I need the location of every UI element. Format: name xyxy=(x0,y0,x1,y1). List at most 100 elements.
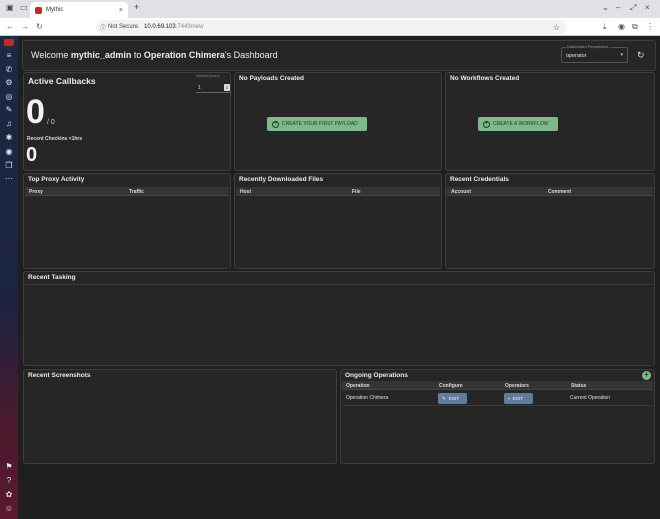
create-payload-button[interactable]: + CREATE YOUR FIRST PAYLOAD xyxy=(267,117,367,131)
perspective-select[interactable]: Dashboard Perspective operator ▾ xyxy=(561,44,628,63)
payloads-title: No Payloads Created xyxy=(239,75,305,82)
column-header[interactable]: Host xyxy=(240,189,251,195)
menu-icon[interactable]: ≡ xyxy=(4,51,14,61)
perspective-label: Dashboard Perspective xyxy=(566,44,610,49)
pencil-icon[interactable]: ✎ xyxy=(4,105,14,115)
forward-icon[interactable]: → xyxy=(21,22,29,31)
megaphone-icon[interactable]: ⚑ xyxy=(4,462,14,472)
tab-groups-icon[interactable]: ▭ xyxy=(20,3,28,12)
active-callbacks-title: Active Callbacks xyxy=(28,76,96,86)
back-icon[interactable]: ← xyxy=(6,22,14,31)
interval-input[interactable]: 1 ⇕ xyxy=(196,83,231,93)
column-header[interactable]: Traffic xyxy=(129,189,144,195)
info-icon: ⓘ xyxy=(100,25,107,32)
eye-icon[interactable]: ◉ xyxy=(4,147,14,157)
maximize-icon[interactable]: ⤢ xyxy=(630,3,636,13)
extensions-icon[interactable]: ⧉ xyxy=(632,22,638,32)
edit-label: EDIT xyxy=(512,396,523,401)
minimize-icon[interactable]: ⌄ xyxy=(602,3,609,12)
recent-screenshots-panel: Recent Screenshots xyxy=(23,369,337,464)
column-header[interactable]: Operators xyxy=(505,383,529,389)
credentials-title: Recent Credentials xyxy=(450,176,509,183)
spinner-icon[interactable]: ⇕ xyxy=(224,84,230,91)
welcome-prefix: Welcome xyxy=(31,50,71,60)
interval-label: Interval (hours) xyxy=(196,74,220,78)
title-suffix: 's Dashboard xyxy=(224,50,278,60)
screenshots-title: Recent Screenshots xyxy=(28,372,91,379)
column-header[interactable]: Status xyxy=(571,383,586,389)
main-content: Welcome mythic_admin to Operation Chimer… xyxy=(18,36,660,519)
column-header[interactable]: Account xyxy=(451,189,471,195)
table-row[interactable]: Operation Chimera ✎ EDIT ▪ EDIT Current … xyxy=(342,391,653,406)
address-bar[interactable]: ⓘ Not Secure 10.0.69.103 :7443/new ☆ xyxy=(96,20,566,34)
proxy-table-header: Proxy Traffic xyxy=(25,187,229,196)
column-header[interactable]: File xyxy=(352,189,361,195)
person-icon: ▪ xyxy=(508,396,510,401)
more-icon[interactable]: ⋯ xyxy=(4,174,14,184)
browser-toolbar: ← → ↻ ⓘ Not Secure 10.0.69.103 :7443/new… xyxy=(0,18,660,36)
close-tab-icon[interactable]: × xyxy=(119,7,123,14)
downloads-panel: Recently Downloaded Files Host File xyxy=(234,173,442,269)
to-text: to xyxy=(131,50,144,60)
headphones-icon[interactable]: ♫ xyxy=(4,119,14,129)
url-host: 10.0.69.103 xyxy=(144,24,176,30)
tasking-title: Recent Tasking xyxy=(28,274,76,281)
bug-icon[interactable]: ✱ xyxy=(4,133,14,143)
browser-tab[interactable]: Mythic × xyxy=(30,2,128,18)
column-header[interactable]: Configure xyxy=(439,383,463,389)
add-operation-icon[interactable]: + xyxy=(642,371,651,380)
perspective-value: operator xyxy=(566,53,587,59)
create-workflow-button[interactable]: + CREATE A WORKFLOW xyxy=(478,117,558,131)
bookmark-star-icon[interactable]: ☆ xyxy=(553,23,560,32)
operation-name-cell: Operation Chimera xyxy=(346,395,389,401)
help-icon[interactable]: ? xyxy=(4,476,14,486)
window-minimize-icon[interactable]: – xyxy=(616,3,620,12)
active-callbacks-count: 0 xyxy=(26,93,45,131)
browser-tab-bar: ▣ ▭ Mythic × + ⌄ – ⤢ × xyxy=(0,0,660,18)
edit-label: EDIT xyxy=(448,396,460,401)
window-close-icon[interactable]: × xyxy=(645,3,650,12)
browser-menu-icon[interactable]: ⋮ xyxy=(646,22,654,31)
pencil-icon: ✎ xyxy=(442,395,446,401)
account-icon[interactable]: ☺ xyxy=(4,504,14,514)
dropdown-arrow-icon: ▾ xyxy=(620,52,623,58)
dashboard-header: Welcome mythic_admin to Operation Chimer… xyxy=(22,40,656,71)
sidebar: ≡ ✆ ⚙ ◎ ✎ ♫ ✱ ◉ ❐ ⋯ ⚑ ? ✿ ☺ xyxy=(0,36,18,519)
recent-checkins-count: 0 xyxy=(26,144,38,166)
column-header[interactable]: Operation xyxy=(346,383,370,389)
refresh-icon[interactable]: ↻ xyxy=(637,50,645,61)
download-icon[interactable]: ⤓ xyxy=(603,22,607,32)
credentials-panel: Recent Credentials Account Comment xyxy=(445,173,655,269)
edit-operators-button[interactable]: ▪ EDIT xyxy=(504,393,533,404)
workflows-title: No Workflows Created xyxy=(450,75,520,82)
active-callbacks-panel: Active Callbacks Interval (hours) 1 ⇕ 0 … xyxy=(23,72,231,171)
files-icon[interactable]: ❐ xyxy=(4,161,14,171)
mythic-favicon-icon xyxy=(35,6,42,14)
add-circle-icon: + xyxy=(272,120,279,128)
profile-icon[interactable]: ◉ xyxy=(618,22,625,31)
column-header[interactable]: Comment xyxy=(548,189,571,195)
edit-configure-button[interactable]: ✎ EDIT xyxy=(438,393,467,404)
mythic-logo-icon[interactable] xyxy=(4,39,14,46)
reload-icon[interactable]: ↻ xyxy=(36,22,43,31)
add-circle-icon: + xyxy=(483,120,490,128)
callbacks-total: / 0 xyxy=(47,119,55,126)
column-header[interactable]: Proxy xyxy=(29,189,43,195)
divider xyxy=(25,284,653,285)
proxy-title: Top Proxy Activity xyxy=(28,176,85,183)
not-secure-label: Not Secure xyxy=(108,24,139,30)
new-tab-icon[interactable]: + xyxy=(134,2,139,12)
proxy-activity-panel: Top Proxy Activity Proxy Traffic xyxy=(23,173,231,269)
callbacks-icon[interactable]: ⚙ xyxy=(4,78,14,88)
payloads-panel: No Payloads Created + CREATE YOUR FIRST … xyxy=(234,72,442,171)
username: mythic_admin xyxy=(70,50,132,60)
recent-checkins-label: Recent Checkins <1hrs xyxy=(27,136,83,142)
target-icon[interactable]: ◎ xyxy=(4,92,14,102)
gift-icon[interactable]: ✿ xyxy=(4,490,14,500)
url-path: :7443/new xyxy=(175,24,204,30)
page-title: Welcome mythic_admin to Operation Chimer… xyxy=(31,50,278,60)
tab-overview-icon[interactable]: ▣ xyxy=(6,3,14,12)
ongoing-operations-panel: Ongoing Operations + Operation Configure… xyxy=(340,369,655,464)
phone-icon[interactable]: ✆ xyxy=(4,65,14,75)
status-cell: Current Operation xyxy=(570,395,611,401)
